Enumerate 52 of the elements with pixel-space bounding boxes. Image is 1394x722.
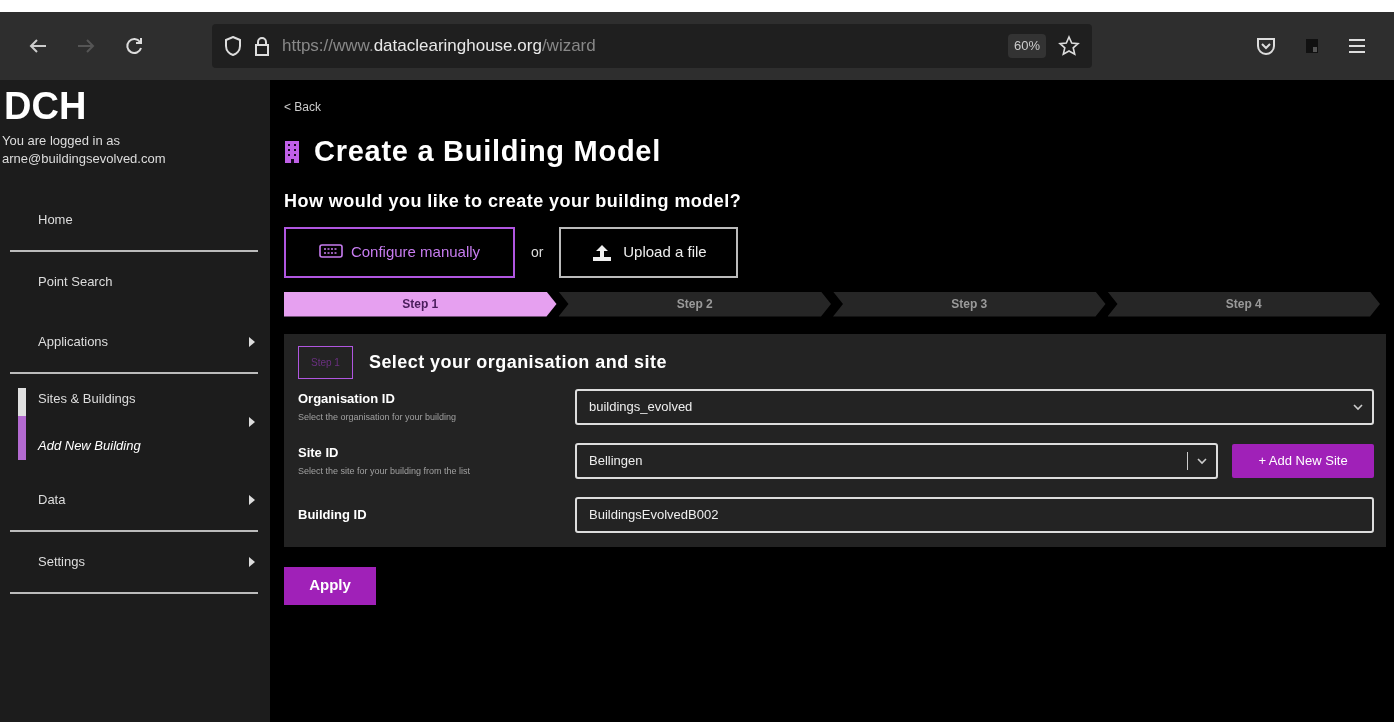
add-new-site-button[interactable]: + Add New Site: [1232, 443, 1374, 478]
selection-bar: [18, 388, 26, 460]
step-tab[interactable]: Step 4: [1107, 291, 1380, 317]
sidebar-item[interactable]: Point Search: [38, 272, 256, 292]
extension-icon[interactable]: [1304, 37, 1320, 55]
step-tab[interactable]: Step 3: [833, 291, 1106, 317]
address-bar[interactable]: https://www.dataclearinghouse.org/wizard 60%: [212, 24, 1092, 68]
question-text: How would you like to create your building model?: [284, 189, 743, 213]
url-text: https://www.dataclearinghouse.org/wizard: [282, 35, 596, 58]
page-title: Create a Building Model: [314, 134, 661, 169]
sidebar-item[interactable]: Applications: [38, 332, 248, 352]
step-tab[interactable]: Step 2: [558, 291, 831, 317]
caret-right-icon[interactable]: [248, 556, 256, 568]
building-icon: [284, 139, 300, 164]
back-link[interactable]: < Back: [284, 98, 322, 116]
chevron-down-icon: [1196, 455, 1208, 466]
keyboard-icon: [318, 243, 343, 261]
field-label: Building ID: [298, 505, 368, 524]
sidebar-item[interactable]: Home: [38, 210, 256, 230]
sidebar-subitem[interactable]: Add New Building: [38, 436, 141, 456]
login-text: You are logged in as: [2, 132, 122, 150]
app-logo: DCH: [4, 84, 88, 128]
menu-icon[interactable]: [1348, 38, 1366, 54]
reload-icon[interactable]: [124, 36, 144, 56]
star-icon[interactable]: [1058, 35, 1080, 57]
user-email: arne@buildingsevolved.com: [2, 150, 167, 168]
sidebar-item[interactable]: Settings: [38, 552, 248, 572]
field-hint: Select the site for your building from the list: [298, 465, 472, 478]
card-heading: Select your organisation and site: [368, 350, 667, 374]
dropdown-field[interactable]: Bellingen: [575, 442, 1218, 479]
step-tab[interactable]: Step 1: [284, 291, 557, 317]
zoom-level[interactable]: 60%: [1007, 34, 1046, 58]
chevron-down-icon: [1352, 401, 1364, 412]
shield-icon: [224, 36, 242, 56]
pocket-icon[interactable]: [1256, 37, 1276, 55]
input-field[interactable]: BuildingsEvolvedB002: [575, 496, 1374, 533]
sidebar-item[interactable]: Data: [38, 490, 248, 510]
dropdown-field[interactable]: buildings_evolved: [575, 388, 1374, 425]
back-icon[interactable]: [28, 38, 48, 54]
configure-manually-button[interactable]: Configure manually: [284, 226, 515, 278]
field-label: Site ID: [298, 443, 340, 462]
field-label: Organisation ID: [298, 389, 396, 408]
or-text: or: [531, 242, 544, 262]
caret-right-icon[interactable]: [248, 494, 256, 506]
lock-icon: [254, 36, 270, 56]
caret-right-icon[interactable]: [248, 416, 256, 428]
step-badge: Step 1: [298, 345, 353, 379]
field-hint: Select the organisation for your building: [298, 411, 458, 424]
apply-button[interactable]: Apply: [284, 566, 376, 605]
caret-right-icon[interactable]: [248, 336, 256, 348]
sidebar-item[interactable]: Sites & Buildings: [38, 388, 136, 408]
upload-file-button[interactable]: Upload a file: [559, 226, 739, 278]
